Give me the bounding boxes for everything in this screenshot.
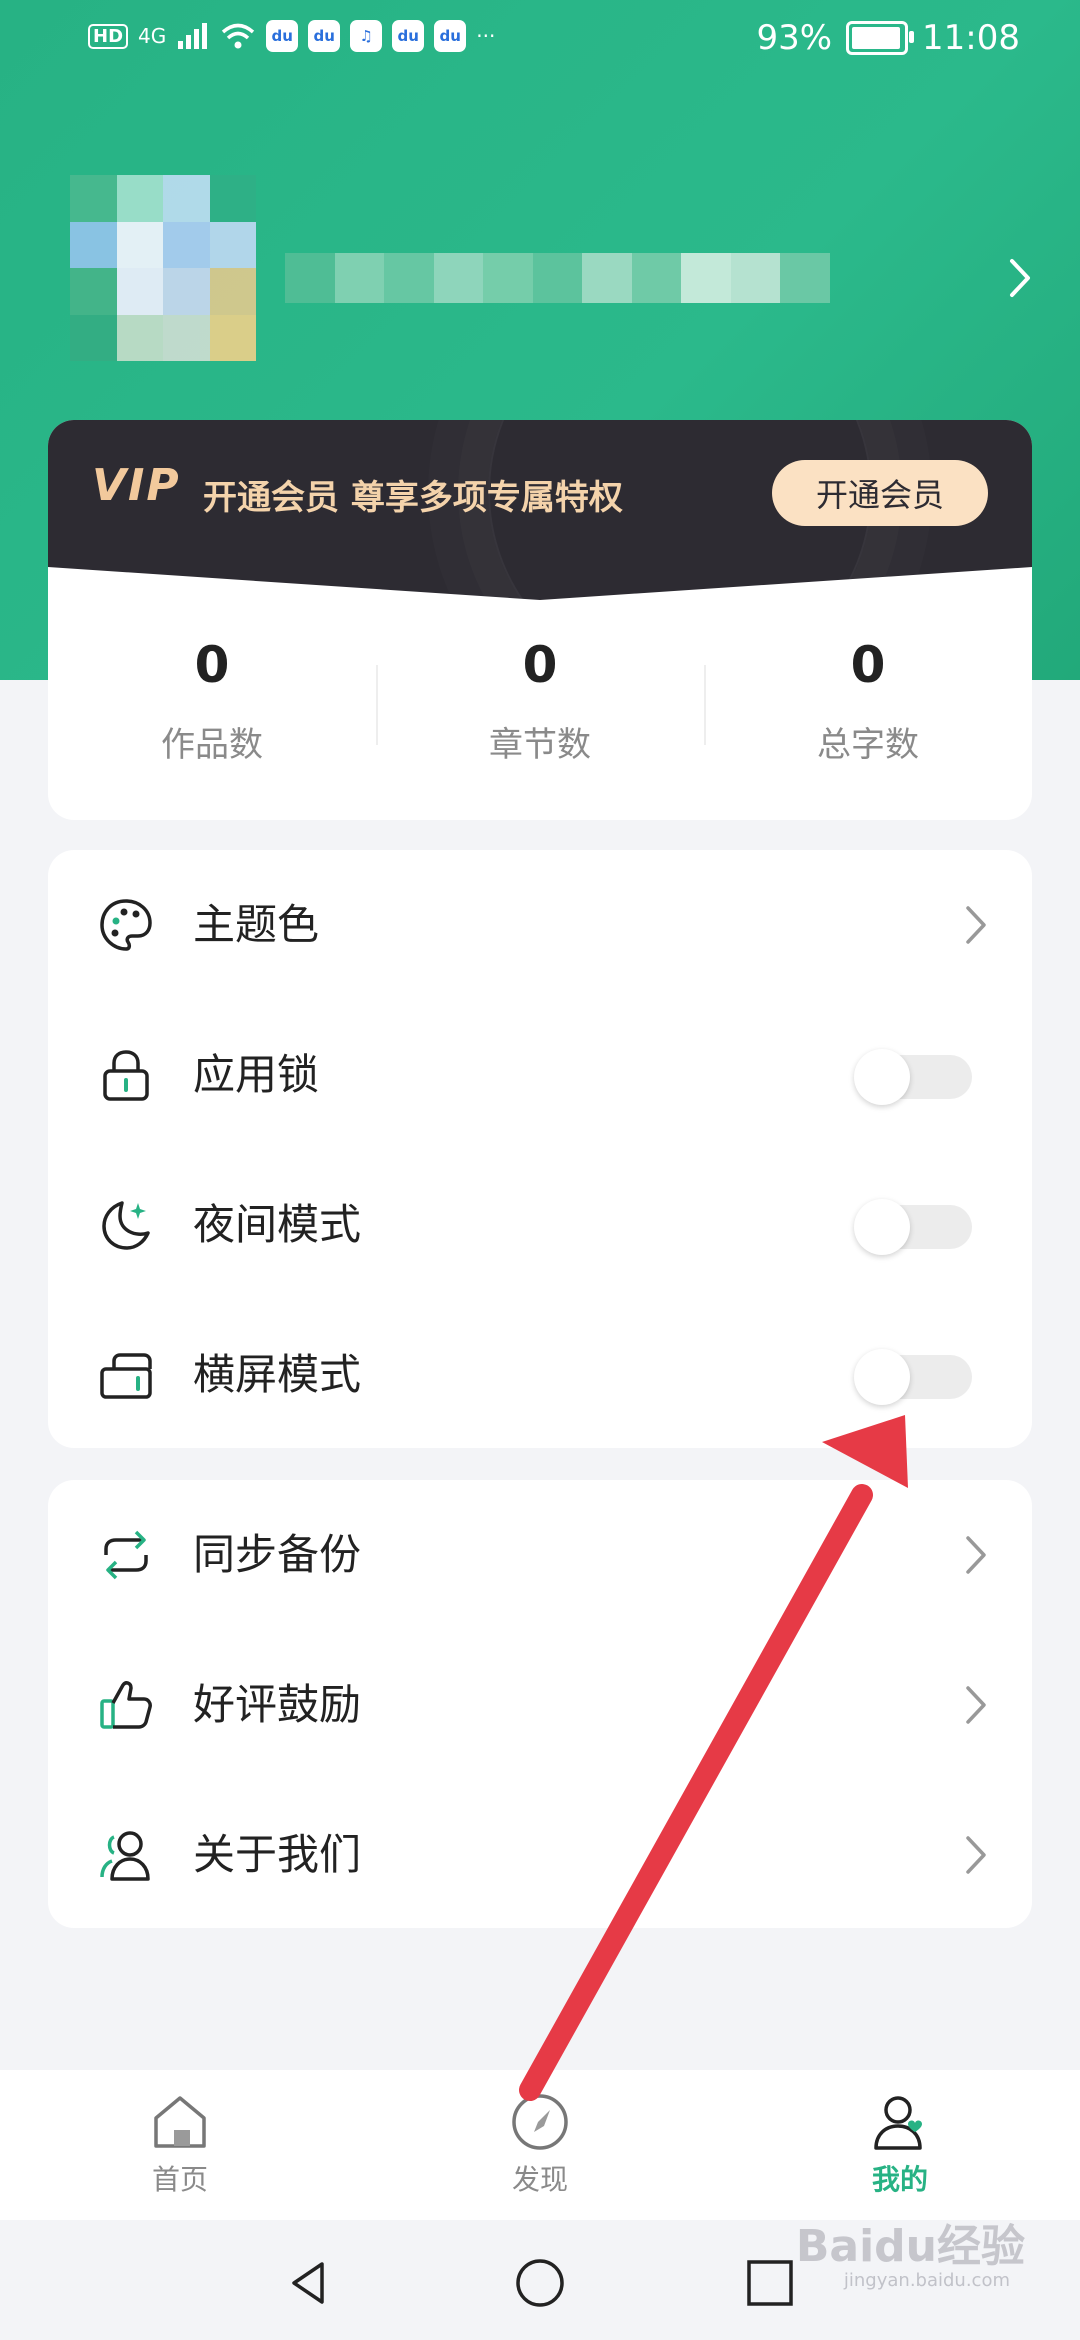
link-label: 好评鼓励 — [193, 1680, 362, 1729]
baidu-app-icon: du — [266, 20, 299, 52]
status-bar: HD 4G du du ♫ du du ··· 93% 11:08 — [0, 0, 1080, 80]
username-blurred — [285, 253, 830, 303]
tab-home[interactable]: 首页 — [0, 2070, 360, 2220]
sync-icon — [104, 1530, 148, 1580]
lock-icon — [103, 1050, 149, 1101]
chevron-right-icon — [966, 1536, 986, 1574]
vip-promo-text: 开通会员 尊享多项专属特权 — [203, 478, 623, 518]
stat-total-words[interactable]: 0 总字数 — [704, 635, 1032, 785]
profile-heart-icon — [874, 2096, 922, 2150]
link-label: 关于我们 — [193, 1830, 362, 1879]
network-indicator: 4G — [138, 24, 167, 48]
stat-label: 章节数 — [489, 725, 591, 765]
stat-value: 0 — [522, 636, 558, 694]
tab-mine[interactable]: 我的 — [720, 2070, 1080, 2220]
palette-icon — [100, 899, 152, 951]
baidu-app-icon: du — [392, 20, 425, 52]
more-notifications-icon: ··· — [476, 24, 496, 48]
baidu-app-icon: du — [434, 20, 467, 52]
setting-night-mode: 夜间模式 — [48, 1150, 1032, 1300]
stat-label: 作品数 — [161, 725, 263, 765]
home-icon — [154, 2096, 206, 2148]
chevron-right-icon — [966, 1836, 986, 1874]
open-vip-button[interactable]: 开通会员 — [772, 460, 988, 526]
compass-icon — [512, 2094, 568, 2150]
hd-indicator: HD — [88, 23, 129, 49]
music-app-icon: ♫ — [350, 20, 383, 52]
app-lock-toggle[interactable] — [854, 1049, 972, 1105]
tab-label: 我的 — [871, 2163, 928, 2196]
avatar[interactable] — [70, 175, 256, 361]
thumbs-up-icon — [100, 1681, 152, 1729]
stat-value: 0 — [850, 636, 886, 694]
stat-chapters[interactable]: 0 章节数 — [376, 635, 704, 785]
setting-label: 横屏模式 — [193, 1350, 362, 1399]
chevron-right-icon — [966, 1686, 986, 1724]
battery-icon — [846, 21, 915, 55]
link-sync-backup[interactable]: 同步备份 — [48, 1480, 1032, 1630]
chevron-right-icon — [966, 906, 986, 944]
baidu-watermark-url: jingyan.baidu.com — [843, 2270, 1010, 2291]
vip-logo: VIP — [92, 460, 181, 511]
recent-apps-icon[interactable] — [743, 2256, 797, 2310]
chevron-right-icon[interactable] — [1000, 253, 1040, 303]
night-mode-toggle[interactable] — [854, 1199, 972, 1255]
moon-icon — [102, 1201, 150, 1250]
tab-label: 首页 — [151, 2163, 208, 2196]
clock: 11:08 — [922, 18, 1020, 58]
settings-card: 主题色 应用锁 夜间模式 横屏模式 — [48, 850, 1032, 1448]
home-circle-icon[interactable] — [513, 2256, 567, 2310]
baidu-watermark: Baidu经验 — [795, 2221, 1025, 2272]
setting-label: 夜间模式 — [193, 1200, 362, 1249]
links-card: 同步备份 好评鼓励 关于我们 — [48, 1480, 1032, 1928]
stat-value: 0 — [194, 636, 230, 694]
setting-landscape-mode: 横屏模式 — [48, 1300, 1032, 1450]
wifi-icon — [222, 23, 255, 49]
stat-label: 总字数 — [817, 725, 919, 765]
tab-label: 发现 — [511, 2163, 568, 2196]
stats-row: 0 作品数 0 章节数 0 总字数 — [48, 635, 1032, 785]
battery-percent: 93% — [756, 18, 833, 58]
landscape-icon — [100, 1353, 152, 1399]
profile-row[interactable] — [70, 175, 1030, 375]
setting-label: 主题色 — [193, 900, 320, 949]
link-rate-app[interactable]: 好评鼓励 — [48, 1630, 1032, 1780]
bottom-tab-bar: 首页 发现 我的 — [0, 2070, 1080, 2220]
stat-works[interactable]: 0 作品数 — [48, 635, 376, 785]
back-icon[interactable] — [282, 2256, 336, 2310]
vip-stats-card: VIP 开通会员 尊享多项专属特权 开通会员 0 作品数 0 章节数 0 总字数 — [48, 420, 1032, 820]
setting-app-lock: 应用锁 — [48, 1000, 1032, 1150]
landscape-mode-toggle[interactable] — [854, 1349, 972, 1405]
tab-discover[interactable]: 发现 — [360, 2070, 720, 2220]
signal-icon — [178, 23, 208, 49]
people-icon — [100, 1831, 150, 1881]
setting-theme-color[interactable]: 主题色 — [48, 850, 1032, 1000]
vip-banner: VIP 开通会员 尊享多项专属特权 开通会员 — [48, 420, 1032, 600]
link-label: 同步备份 — [193, 1530, 362, 1579]
baidu-app-icon: du — [308, 20, 341, 52]
setting-label: 应用锁 — [193, 1050, 320, 1099]
link-about-us[interactable]: 关于我们 — [48, 1780, 1032, 1930]
